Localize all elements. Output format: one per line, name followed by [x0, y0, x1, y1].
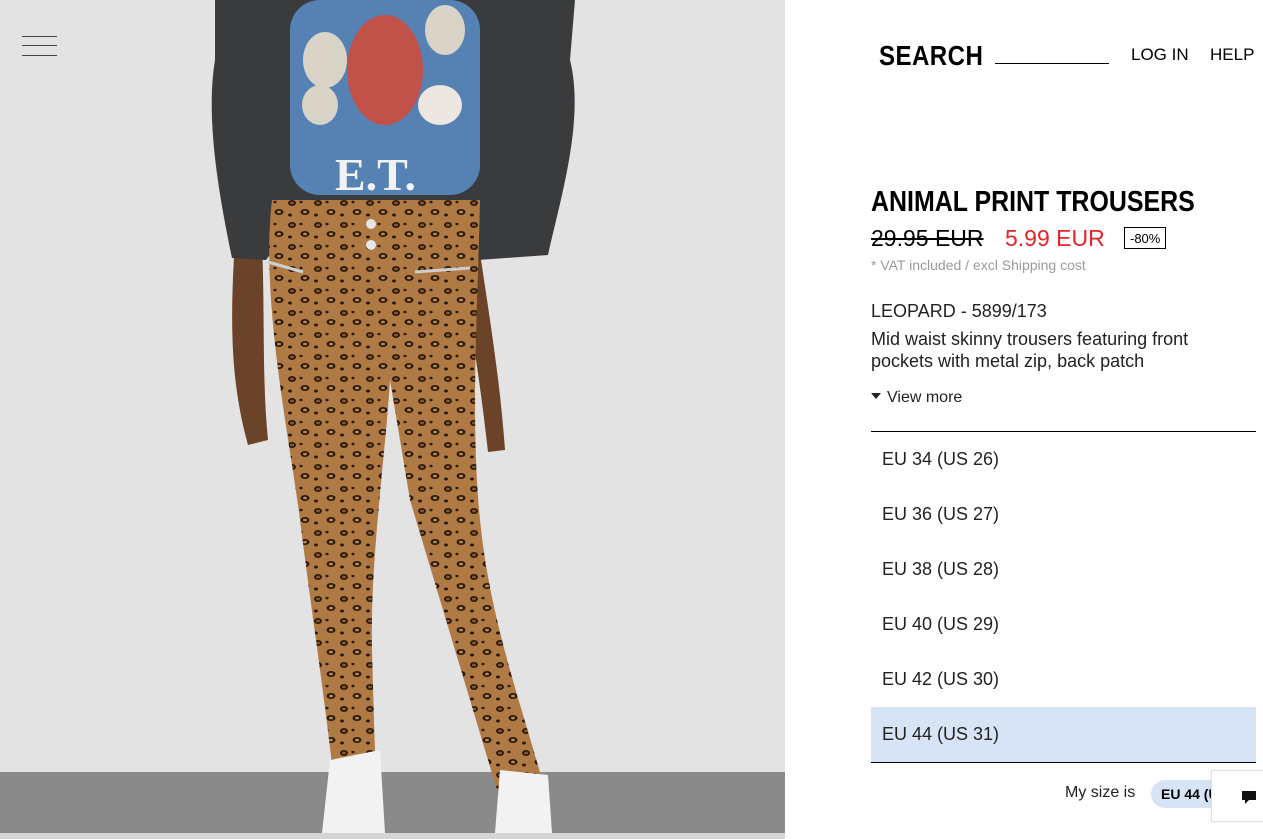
dropdown-triangle-icon [871, 393, 881, 399]
view-more-label: View more [887, 389, 963, 406]
help-link[interactable]: HELP [1210, 45, 1254, 65]
size-option[interactable]: EU 38 (US 28) [871, 542, 1256, 597]
product-image[interactable]: E.T. [0, 0, 785, 833]
search-input[interactable] [995, 63, 1109, 64]
search-label[interactable]: SEARCH [879, 40, 983, 72]
sale-price: 5.99 EUR [1005, 225, 1105, 251]
hamburger-menu-icon[interactable] [22, 34, 57, 58]
svg-text:E.T.: E.T. [335, 149, 416, 200]
product-title: ANIMAL PRINT TROUSERS [871, 186, 1195, 218]
chat-button[interactable] [1211, 770, 1263, 822]
size-selector: EU 34 (US 26) EU 36 (US 27) EU 38 (US 28… [871, 431, 1256, 763]
old-price: 29.95 EUR [871, 225, 984, 251]
vat-note: * VAT included / excl Shipping cost [871, 257, 1086, 273]
size-option[interactable]: EU 36 (US 27) [871, 487, 1256, 542]
size-option[interactable]: EU 42 (US 30) [871, 652, 1256, 707]
product-description: Mid waist skinny trousers featuring fron… [871, 329, 1189, 371]
discount-badge: -80% [1124, 227, 1167, 249]
view-more-link[interactable]: View more [871, 389, 962, 407]
photo-bottom-strip [0, 833, 785, 839]
color-reference: LEOPARD - 5899/173 [871, 301, 1047, 321]
size-option[interactable]: EU 40 (US 29) [871, 597, 1256, 652]
size-option-selected[interactable]: EU 44 (US 31) [871, 707, 1256, 762]
size-option[interactable]: EU 34 (US 26) [871, 432, 1256, 487]
chat-icon [1242, 791, 1256, 804]
login-link[interactable]: LOG IN [1131, 45, 1189, 65]
model-illustration: E.T. [211, 0, 575, 833]
my-size-label: My size is [1065, 784, 1136, 801]
